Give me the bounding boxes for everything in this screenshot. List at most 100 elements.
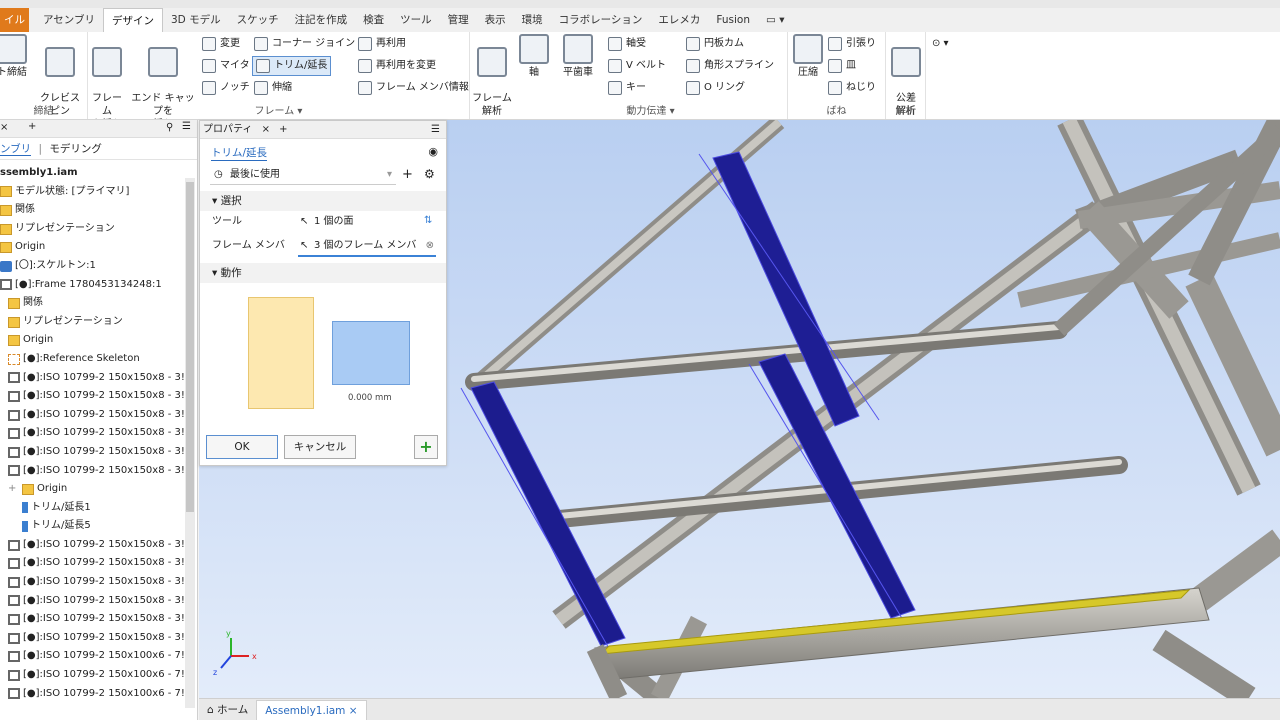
tab-collaborate[interactable]: コラボレーション <box>551 8 651 32</box>
spur-gear-button[interactable]: 平歯車 <box>556 34 600 79</box>
tree-item-origin[interactable]: Origin <box>0 238 197 257</box>
tab-options-icon[interactable]: ▭ ▾ <box>758 8 793 32</box>
frame-members-selector[interactable]: ↖ 3 個のフレーム メンバ ⊗ <box>298 235 436 257</box>
tree-item-member[interactable]: [●]:ISO 10799-2 150x150x8 - 3! <box>0 369 197 388</box>
menu-icon[interactable]: ☰ <box>182 121 191 132</box>
tool-selector[interactable]: ↖ 1 個の面 <box>298 211 436 233</box>
belleville-spring-button[interactable]: 皿 <box>828 56 856 76</box>
corner-joint-button[interactable]: コーナー ジョイント <box>254 34 365 54</box>
tree-item-member[interactable]: [●]:ISO 10799-2 150x150x8 - 3! <box>0 424 197 443</box>
tree-item-member[interactable]: [●]:ISO 10799-2 150x150x8 - 3! <box>0 610 197 629</box>
tree-item-frame[interactable]: [●]:Frame 1780453134248:1 <box>0 276 197 295</box>
trim-extend-button[interactable]: トリム/延長 <box>252 56 332 76</box>
tree-item-member[interactable]: [●]:ISO 10799-2 150x100x6 - 7! <box>0 685 197 704</box>
tab-fusion[interactable]: Fusion <box>708 8 758 32</box>
tree-item-member[interactable]: [●]:ISO 10799-2 150x150x8 - 3! <box>0 629 197 648</box>
home-tab[interactable]: ⌂ ホーム <box>199 700 256 720</box>
command-name-link[interactable]: トリム/延長 <box>211 145 268 161</box>
more-options-button[interactable]: ⊙ ▾ <box>932 34 949 54</box>
tab-view[interactable]: 表示 <box>477 8 514 32</box>
flip-icon[interactable]: ⇅ <box>424 215 432 226</box>
menu-icon[interactable]: ☰ <box>431 121 440 139</box>
search-icon[interactable]: ⚲ <box>166 122 173 133</box>
close-icon[interactable]: × <box>349 705 358 717</box>
tree-item-model-state[interactable]: モデル状態: [プライマリ] <box>0 183 197 202</box>
tree-root[interactable]: ssembly1.iam <box>0 164 197 183</box>
action-section-header[interactable]: ▾ 動作 <box>200 263 446 283</box>
tree-item-member[interactable]: [●]:ISO 10799-2 150x150x8 - 3! <box>0 536 197 555</box>
tab-assembly-view[interactable]: ンブリ <box>0 143 32 156</box>
selection-section-header[interactable]: ▾ 選択 <box>200 191 446 211</box>
tree-item-relationships[interactable]: 関係 <box>0 201 197 220</box>
browser-scrollbar[interactable] <box>185 178 195 708</box>
frame-analysis-button[interactable]: フレーム 解析 <box>472 34 512 118</box>
close-icon[interactable]: × <box>0 122 8 133</box>
tree-item-representations[interactable]: リプレゼンテーション <box>0 220 197 239</box>
miter-button[interactable]: マイタ <box>202 56 250 76</box>
tree-item-member[interactable]: [●]:ISO 10799-2 150x100x6 - 7! <box>0 666 197 685</box>
tree-item-member[interactable]: [●]:ISO 10799-2 150x150x8 - 3! <box>0 554 197 573</box>
frame-group-label[interactable]: フレーム ▾ <box>88 102 469 117</box>
tree-item-member[interactable]: [●]:ISO 10799-2 150x100x6 - 7! <box>0 647 197 666</box>
lengthen-button[interactable]: 伸縮 <box>254 78 292 98</box>
tree-item-frame-relationships[interactable]: 関係 <box>0 294 197 313</box>
tree-item-member-origin[interactable]: + Origin <box>0 480 197 499</box>
tab-3d-model[interactable]: 3D モデル <box>163 8 229 32</box>
offset-value[interactable]: 0.000 mm <box>348 393 392 403</box>
spline-button[interactable]: 角形スプライン <box>686 56 774 76</box>
cancel-button[interactable]: キャンセル <box>284 435 356 459</box>
apply-plus-button[interactable]: + <box>414 435 438 459</box>
tree-item-member[interactable]: [●]:ISO 10799-2 150x150x8 - 3! <box>0 443 197 462</box>
tree-item-skeleton[interactable]: [〇]:スケルトン:1 <box>0 257 197 276</box>
change-reuse-button[interactable]: 再利用を変更 <box>358 56 436 76</box>
scrollbar-thumb[interactable] <box>186 182 194 512</box>
tree-item-trim-extend-5[interactable]: トリム/延長5 <box>0 517 197 536</box>
gear-icon[interactable]: ⚙ <box>424 167 435 181</box>
tab-electromechanical[interactable]: エレメカ <box>650 8 708 32</box>
tab-file[interactable]: イル <box>0 8 29 32</box>
tab-manage[interactable]: 管理 <box>440 8 477 32</box>
change-button[interactable]: 変更 <box>202 34 240 54</box>
tab-sketch[interactable]: スケッチ <box>229 8 287 32</box>
bearing-button[interactable]: 軸受 <box>608 34 646 54</box>
eye-icon[interactable]: ◉ <box>428 145 438 158</box>
oring-button[interactable]: O リング <box>686 78 745 98</box>
tab-environments[interactable]: 環境 <box>514 8 551 32</box>
disc-cam-button[interactable]: 円板カム <box>686 34 744 54</box>
tension-spring-button[interactable]: 引張り <box>828 34 876 54</box>
tree-item-reference-skeleton[interactable]: [●]:Reference Skeleton <box>0 350 197 369</box>
compression-spring-button[interactable]: 圧縮 <box>790 34 826 79</box>
power-group-label[interactable]: 動力伝達 ▾ <box>514 102 787 117</box>
tab-tools[interactable]: ツール <box>392 8 440 32</box>
tab-design[interactable]: デザイン <box>102 8 163 32</box>
preset-dropdown[interactable]: ◷ 最後に使用 ▾ <box>210 165 396 185</box>
member-info-button[interactable]: フレーム メンバ情報 <box>358 78 469 98</box>
tab-modeling-view[interactable]: モデリング <box>49 143 102 155</box>
shaft-button[interactable]: 軸 <box>518 34 550 79</box>
tab-assemble[interactable]: アセンブリ <box>35 8 103 32</box>
add-preset-icon[interactable]: + <box>402 167 413 182</box>
vbelt-button[interactable]: V ベルト <box>608 56 666 76</box>
key-button[interactable]: キー <box>608 78 646 98</box>
bolted-connection-button[interactable]: ト締結 <box>0 34 32 79</box>
tree-item-member[interactable]: [●]:ISO 10799-2 150x150x8 - 3! <box>0 573 197 592</box>
tree-item-frame-origin[interactable]: Origin <box>0 331 197 350</box>
tab-inspect[interactable]: 検査 <box>355 8 392 32</box>
reuse-button[interactable]: 再利用 <box>358 34 406 54</box>
clear-icon[interactable]: ⊗ <box>426 235 434 255</box>
tree-item-frame-representations[interactable]: リプレゼンテーション <box>0 313 197 332</box>
assembly-doc-tab[interactable]: Assembly1.iam × <box>256 699 367 720</box>
ok-button[interactable]: OK <box>206 435 278 459</box>
tree-item-member[interactable]: [●]:ISO 10799-2 150x150x8 - 3! <box>0 406 197 425</box>
tree-item-member[interactable]: [●]:ISO 10799-2 150x150x8 - 3! <box>0 462 197 481</box>
torsion-spring-button[interactable]: ねじり <box>828 78 876 98</box>
notch-button[interactable]: ノッチ <box>202 78 250 98</box>
tab-annotate[interactable]: 注記を作成 <box>287 8 356 32</box>
tree-item-member[interactable]: [●]:ISO 10799-2 150x150x8 - 3! <box>0 592 197 611</box>
tree-item-trim-extend-1[interactable]: トリム/延長1 <box>0 499 197 518</box>
svg-text:y: y <box>226 629 231 638</box>
add-icon[interactable]: + <box>279 124 287 135</box>
close-icon[interactable]: × <box>262 124 270 135</box>
add-icon[interactable]: + <box>28 121 36 132</box>
tree-item-member[interactable]: [●]:ISO 10799-2 150x150x8 - 3! <box>0 387 197 406</box>
